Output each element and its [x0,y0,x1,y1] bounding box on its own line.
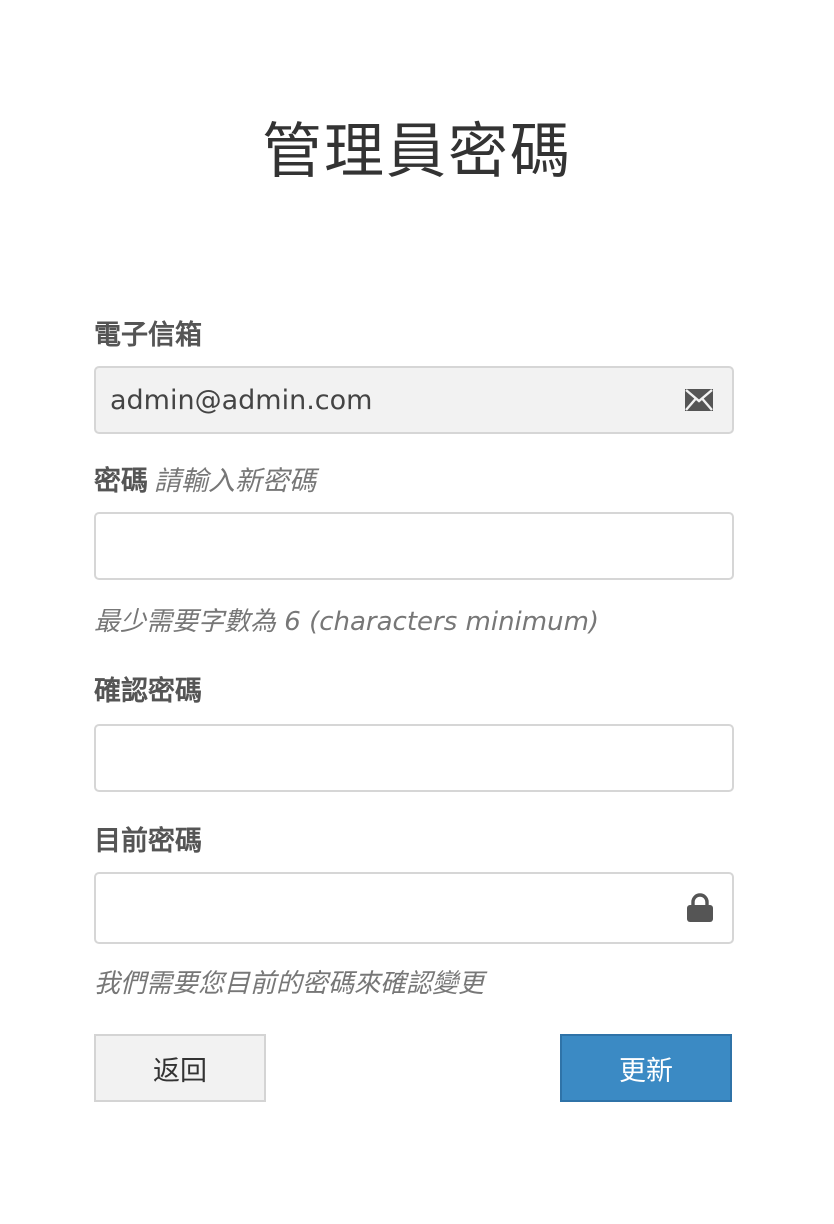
lock-icon [686,893,714,923]
password-label-text: 密碼 [94,466,148,497]
confirm-password-field-wrapper [94,724,734,792]
password-field-wrapper [94,512,734,580]
password-help-text: 最少需要字數為 6 (characters minimum) [94,607,600,637]
email-field-wrapper [94,366,734,434]
back-button[interactable]: 返回 [94,1034,266,1102]
email-label-text: 電子信箱 [94,320,202,351]
password-hint: 請輸入新密碼 [154,466,316,497]
confirm-password-label: 確認密碼 [94,674,734,710]
email-label: 電子信箱 [94,318,734,354]
password-form: 電子信箱 密碼請輸入新密碼 最少需要字數為 6 (characters mini… [94,318,734,1002]
current-password-label-text: 目前密碼 [94,826,202,857]
current-password-field-wrapper [94,872,734,944]
page-title: 管理員密碼 [262,117,572,187]
current-password-field[interactable] [96,874,732,942]
current-password-label: 目前密碼 [94,824,734,860]
confirm-password-label-text: 確認密碼 [94,676,202,707]
password-label: 密碼 請輸入新密碼 [94,464,734,500]
update-button[interactable]: 更新 [560,1034,732,1102]
page: 管理員密碼 電子信箱 密碼請輸入新密碼 最少需要字數為 6 (charact [0,0,834,1224]
email-field[interactable] [96,368,732,432]
new-password-field[interactable] [96,514,732,578]
confirm-password-field[interactable] [96,726,732,790]
envelope-icon [684,388,714,412]
current-password-help-text: 我們需要您目前的密碼來確認變更 [94,969,485,999]
